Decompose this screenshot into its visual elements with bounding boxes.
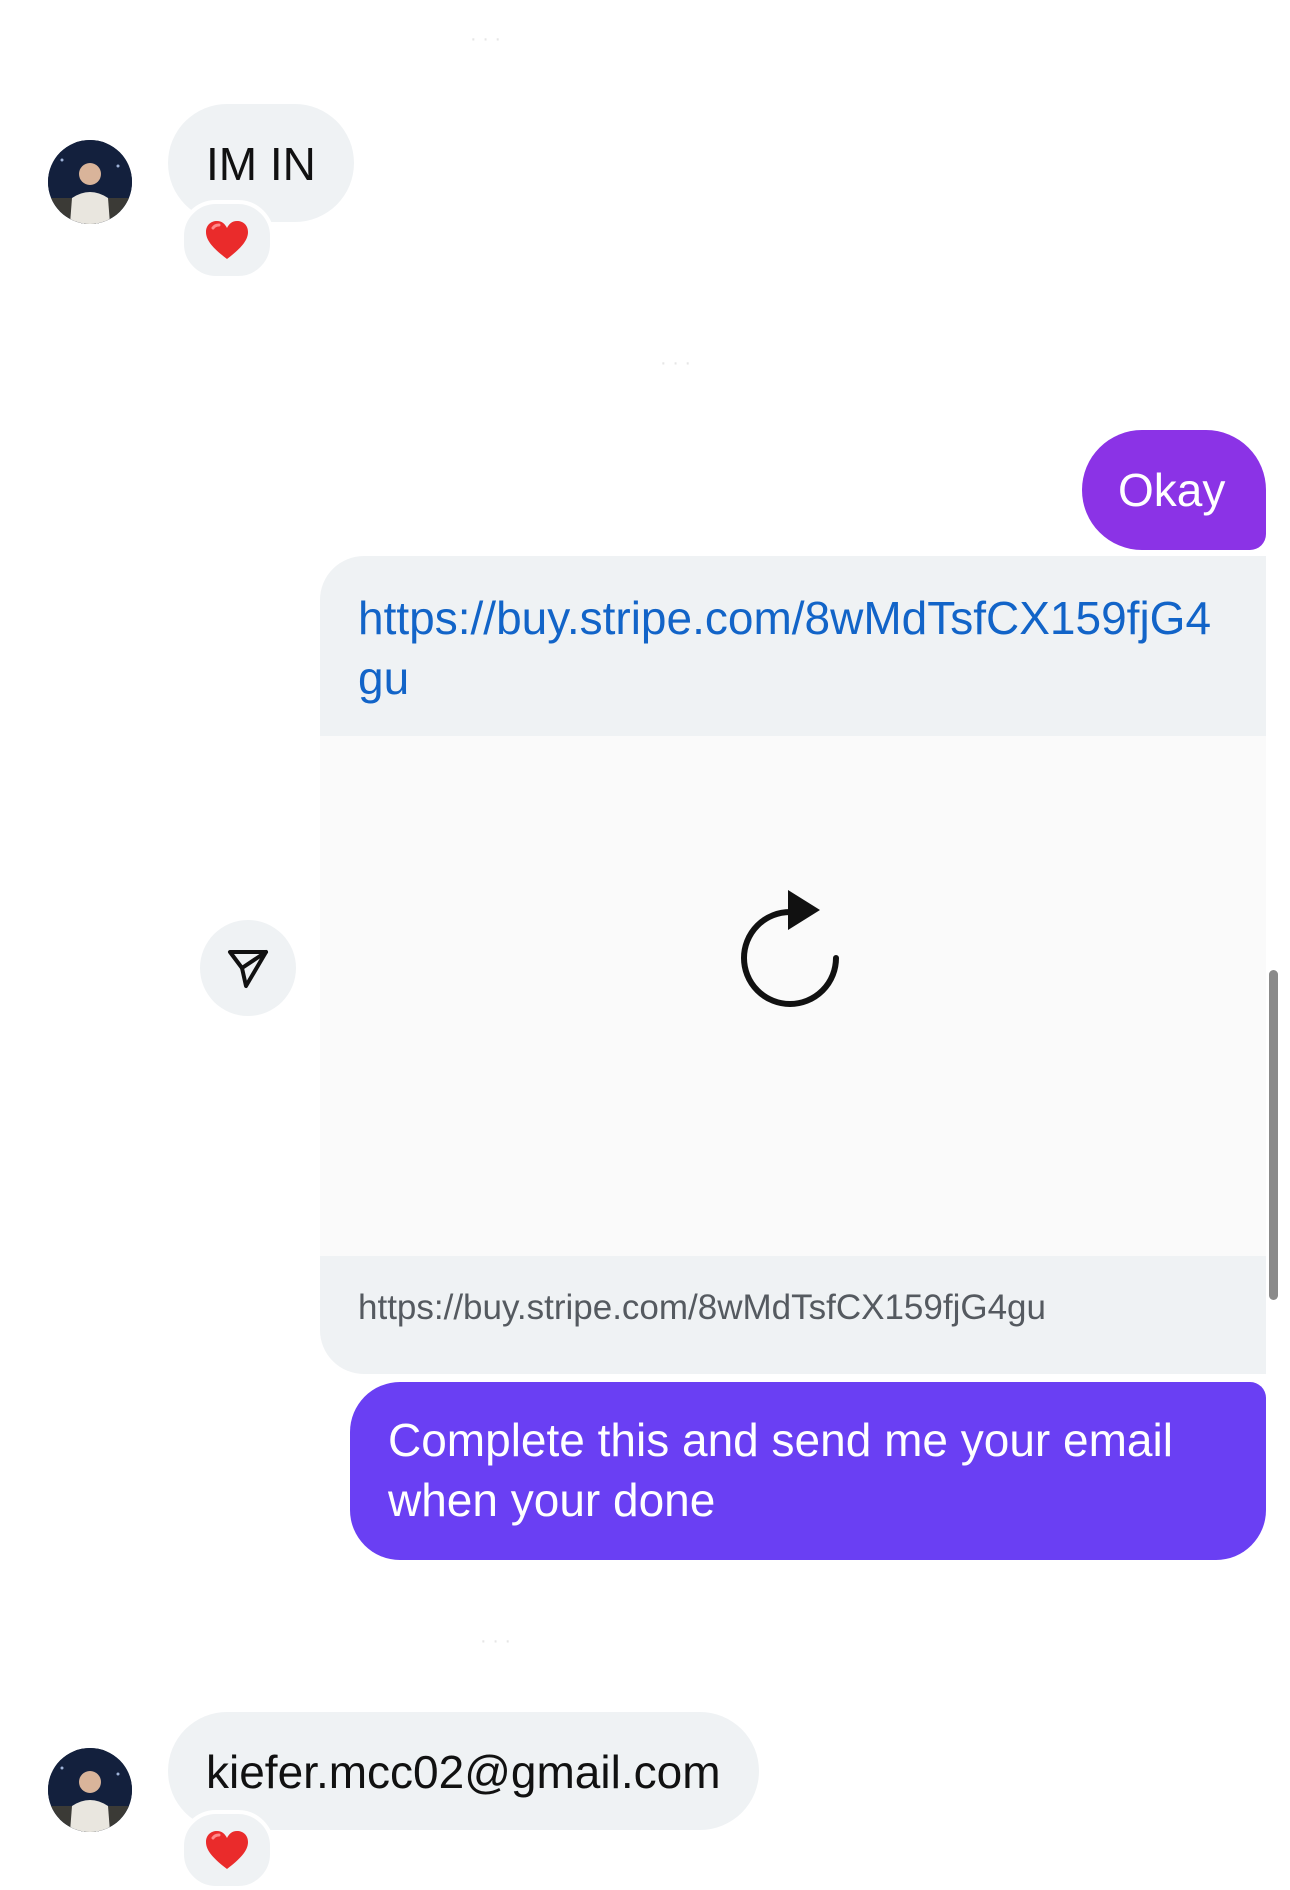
share-button[interactable] — [200, 920, 296, 1016]
message-bubble-outgoing[interactable]: Complete this and send me your email whe… — [350, 1382, 1266, 1560]
heart-icon — [206, 1831, 248, 1869]
message-text: IM IN — [206, 138, 316, 190]
message-bubble-incoming[interactable]: kiefer.mcc02@gmail.com — [168, 1712, 759, 1830]
contact-avatar[interactable] — [48, 1748, 132, 1832]
preview-url-text: https://buy.stripe.com/8wMdTsfCX159fjG4g… — [358, 1288, 1046, 1327]
message-bubble-outgoing[interactable]: Okay — [1082, 430, 1266, 550]
link-preview-card[interactable]: https://buy.stripe.com/8wMdTsfCX159fjG4g… — [320, 556, 1266, 1374]
heart-icon — [206, 221, 248, 259]
timestamp-faint: · · · — [480, 1630, 512, 1652]
reload-icon[interactable] — [730, 886, 850, 1016]
reaction-badge[interactable] — [180, 200, 274, 280]
link-preview-image — [320, 736, 1266, 1007]
message-bubble-incoming[interactable]: IM IN — [168, 104, 354, 222]
link-text[interactable]: https://buy.stripe.com/8wMdTsfCX159fjG4g… — [358, 588, 1228, 708]
message-text: kiefer.mcc02@gmail.com — [206, 1746, 721, 1798]
timestamp-faint: · · · — [470, 28, 502, 50]
reaction-badge[interactable] — [180, 1810, 274, 1890]
message-text: Okay — [1118, 464, 1226, 516]
scrollbar[interactable] — [1269, 970, 1278, 1300]
paper-plane-icon — [228, 950, 268, 988]
contact-avatar[interactable] — [48, 140, 132, 224]
link-preview-url: https://buy.stripe.com/8wMdTsfCX159fjG4g… — [320, 1256, 1266, 1374]
link-card-header: https://buy.stripe.com/8wMdTsfCX159fjG4g… — [320, 556, 1266, 736]
message-text: Complete this and send me your email whe… — [388, 1414, 1173, 1526]
timestamp-faint: · · · — [660, 352, 692, 374]
